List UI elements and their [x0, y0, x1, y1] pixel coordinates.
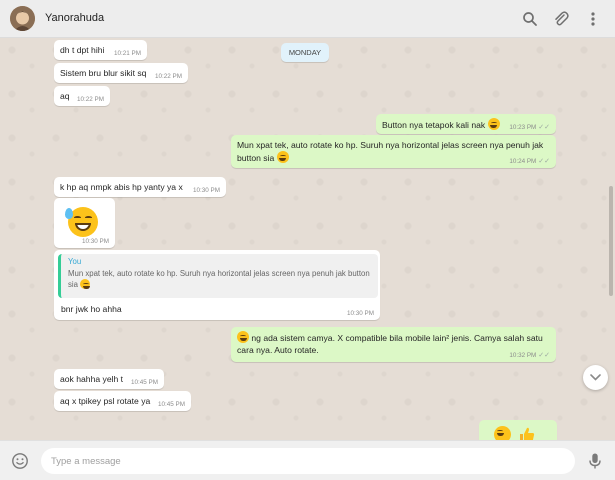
grinning-emoji-icon — [494, 426, 511, 440]
message-incoming-emoji[interactable]: 10:30 PM — [54, 198, 115, 248]
avatar[interactable] — [10, 6, 35, 31]
message-time: 10:22 PM — [155, 73, 182, 80]
grinning-emoji-icon — [237, 331, 249, 343]
thumbs-up-icon — [520, 427, 535, 440]
scroll-to-bottom-button[interactable] — [583, 365, 608, 390]
message-text: ng ada sistem camya. X compatible bila m… — [237, 333, 543, 355]
message-incoming-reply[interactable]: You Mun xpat tek, auto rotate ko hp. Sur… — [54, 250, 380, 320]
message-outgoing-emoji[interactable] — [479, 420, 557, 440]
message-incoming[interactable]: dh t dpt hihi 10:21 PM — [54, 40, 147, 60]
message-incoming[interactable]: Sistem bru blur sikit sq 10:22 PM — [54, 63, 188, 83]
search-icon[interactable] — [521, 10, 539, 28]
contact-name[interactable]: Yanorahuda — [45, 12, 104, 24]
grinning-emoji-icon — [80, 279, 91, 289]
date-chip: MONDAY — [281, 43, 329, 62]
message-text: Button nya tetapok kali nak — [382, 120, 486, 130]
message-time: 10:45 PM — [158, 401, 185, 408]
message-incoming[interactable]: aq x tpikey psl rotate ya 10:45 PM — [54, 391, 191, 411]
message-outgoing[interactable]: ng ada sistem camya. X compatible bila m… — [231, 327, 556, 362]
menu-icon[interactable] — [584, 10, 602, 28]
message-time: 10:21 PM — [114, 50, 141, 57]
message-time: 10:45 PM — [131, 379, 158, 386]
message-time: 10:23 PM — [509, 124, 537, 131]
double-check-icon: ✓✓ — [538, 352, 550, 359]
grinning-emoji-icon — [276, 151, 289, 163]
message-outgoing[interactable]: Mun xpat tek, auto rotate ko hp. Suruh n… — [231, 135, 556, 168]
composer-bar — [0, 440, 615, 480]
emoji-icon[interactable] — [11, 452, 29, 470]
message-text: bnr jwk ho ahha — [61, 304, 122, 314]
sweat-smile-emoji-icon — [65, 207, 98, 237]
quote-author: You — [68, 257, 82, 266]
scrollbar[interactable] — [609, 186, 613, 296]
double-check-icon: ✓✓ — [538, 124, 550, 131]
message-incoming[interactable]: aok hahha yelh t 10:45 PM — [54, 369, 164, 389]
message-time: 10:30 PM — [193, 187, 220, 194]
quote-text: Mun xpat tek, auto rotate ko hp. Suruh n… — [68, 269, 370, 289]
grinning-emoji-icon — [487, 118, 500, 130]
message-outgoing[interactable]: Button nya tetapok kali nak 10:23 PM ✓✓ — [376, 114, 556, 134]
chat-header: Yanorahuda — [0, 0, 615, 38]
chevron-down-icon — [590, 374, 601, 381]
message-time: 10:32 PM — [509, 352, 537, 359]
message-input[interactable] — [41, 448, 575, 474]
message-incoming[interactable]: aq 10:22 PM — [54, 86, 110, 106]
quoted-message[interactable]: You Mun xpat tek, auto rotate ko hp. Sur… — [58, 254, 378, 298]
message-time: 10:24 PM — [509, 158, 537, 165]
attach-icon[interactable] — [552, 10, 570, 28]
message-incoming[interactable]: k hp aq nmpk abis hp yanty ya x 10:30 PM — [54, 177, 226, 197]
message-list[interactable]: MONDAY dh t dpt hihi 10:21 PM Sistem bru… — [0, 38, 615, 440]
message-time: 10:30 PM — [347, 310, 374, 317]
double-check-icon: ✓✓ — [538, 158, 550, 165]
message-time: 10:30 PM — [82, 238, 109, 245]
message-time: 10:22 PM — [77, 96, 104, 103]
mic-icon[interactable] — [586, 452, 604, 470]
